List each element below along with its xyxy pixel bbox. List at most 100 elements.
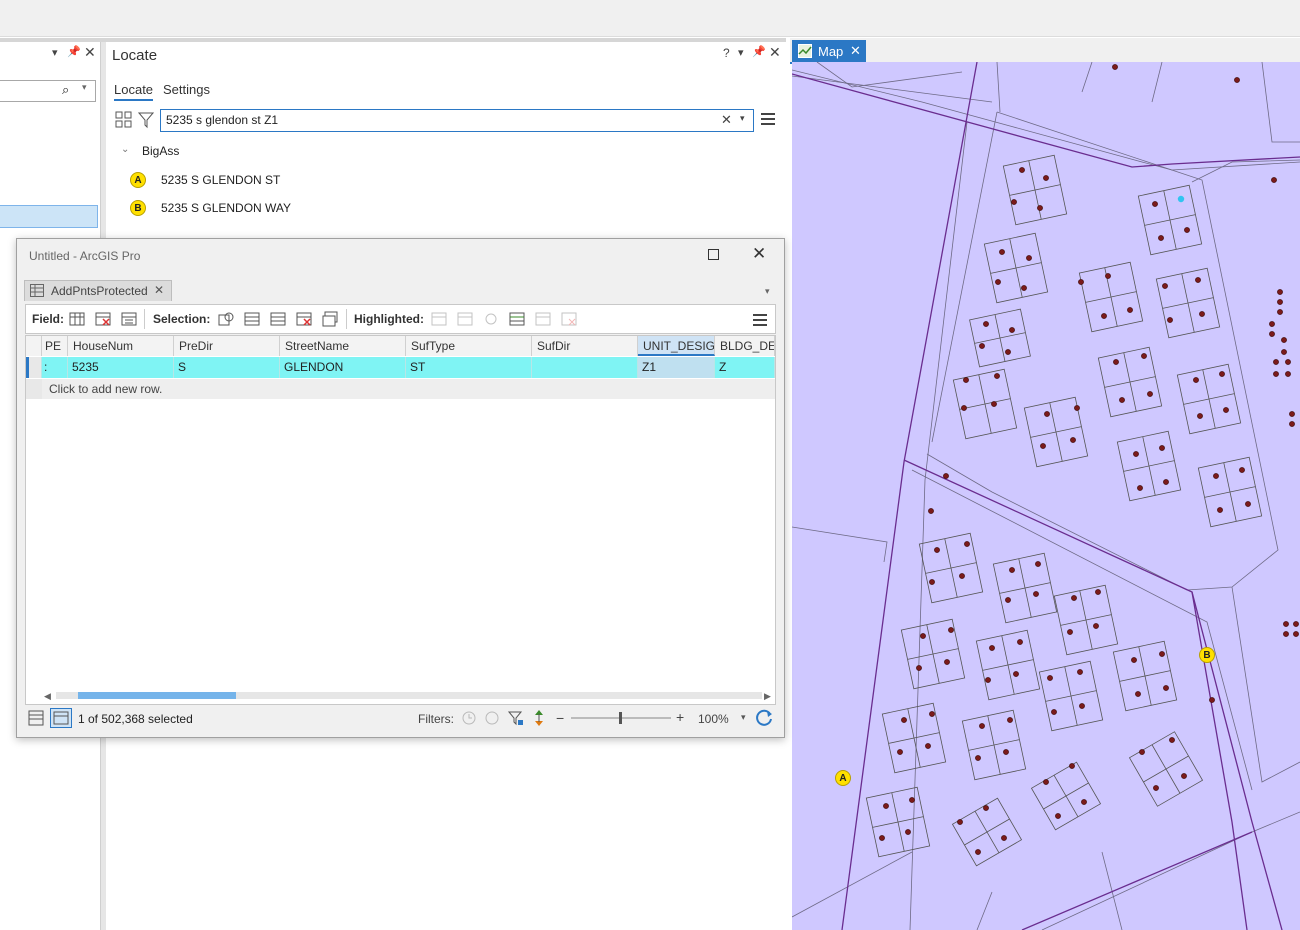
address-point[interactable]: [1078, 279, 1084, 285]
address-point[interactable]: [934, 547, 940, 553]
table-cell[interactable]: :: [42, 357, 68, 378]
copy-selection-icon[interactable]: [322, 311, 338, 327]
scrollbar-thumb[interactable]: [78, 692, 236, 699]
clear-selection-icon[interactable]: [296, 311, 312, 327]
close-icon[interactable]: ✕: [850, 43, 861, 59]
column-header[interactable]: PreDir: [174, 336, 280, 356]
add-field-icon[interactable]: [69, 311, 85, 327]
table-cell[interactable]: 5235: [68, 357, 174, 378]
zoom-out-button[interactable]: −: [556, 710, 564, 726]
horizontal-scrollbar[interactable]: [56, 692, 762, 699]
selected-layer-item[interactable]: [0, 205, 98, 228]
address-point[interactable]: [928, 508, 934, 514]
scroll-right-icon[interactable]: ▶: [764, 691, 771, 702]
grid-view-icon[interactable]: [115, 111, 133, 129]
address-point[interactable]: [1043, 779, 1049, 785]
address-point[interactable]: [1101, 313, 1107, 319]
address-point[interactable]: [1163, 685, 1169, 691]
column-header[interactable]: UNIT_DESIG: [638, 336, 715, 356]
table-cell[interactable]: Z: [715, 357, 775, 378]
address-point[interactable]: [983, 321, 989, 327]
highlight-zoom-icon[interactable]: [431, 311, 447, 327]
address-point[interactable]: [1197, 413, 1203, 419]
column-header[interactable]: PE: [42, 336, 68, 356]
address-point[interactable]: [944, 659, 950, 665]
chevron-down-icon[interactable]: ▾: [740, 113, 745, 124]
calculate-field-icon[interactable]: [121, 311, 137, 327]
address-point[interactable]: [1055, 813, 1061, 819]
locate-search-field[interactable]: [166, 113, 706, 127]
address-point[interactable]: [1026, 255, 1032, 261]
chevron-down-icon[interactable]: ▾: [765, 286, 770, 297]
address-point[interactable]: [1093, 623, 1099, 629]
address-point[interactable]: [1195, 277, 1201, 283]
address-point[interactable]: [1043, 175, 1049, 181]
address-point[interactable]: [1079, 703, 1085, 709]
address-point[interactable]: [1040, 443, 1046, 449]
pane-options-icon[interactable]: ▾: [52, 46, 58, 59]
address-point[interactable]: [1193, 377, 1199, 383]
menu-icon[interactable]: [761, 112, 775, 126]
address-point[interactable]: [1283, 621, 1289, 627]
address-point[interactable]: [1289, 411, 1295, 417]
address-point[interactable]: [995, 279, 1001, 285]
address-point[interactable]: [1293, 621, 1299, 627]
delete-field-icon[interactable]: [95, 311, 111, 327]
address-point[interactable]: [964, 541, 970, 547]
address-point[interactable]: [1269, 321, 1275, 327]
address-point[interactable]: [1001, 835, 1007, 841]
tab-table[interactable]: AddPntsProtected ✕: [24, 280, 172, 301]
address-point[interactable]: [1184, 227, 1190, 233]
chevron-down-icon[interactable]: ▾: [741, 712, 746, 723]
menu-icon[interactable]: [753, 313, 767, 327]
tab-map[interactable]: Map ✕: [792, 40, 866, 62]
address-point[interactable]: [1181, 773, 1187, 779]
address-point[interactable]: [1277, 299, 1283, 305]
address-point[interactable]: [929, 711, 935, 717]
address-point[interactable]: [1133, 451, 1139, 457]
address-point[interactable]: [1127, 307, 1133, 313]
address-point[interactable]: [925, 743, 931, 749]
column-header[interactable]: SufDir: [532, 336, 638, 356]
address-point[interactable]: [901, 717, 907, 723]
select-by-attributes-icon[interactable]: [218, 311, 234, 327]
collapse-chevron-icon[interactable]: ⌄: [121, 144, 129, 155]
time-filter-icon[interactable]: [461, 710, 477, 726]
address-point[interactable]: [1245, 501, 1251, 507]
address-point[interactable]: [1153, 785, 1159, 791]
map-view[interactable]: B A: [792, 62, 1300, 930]
address-point[interactable]: [1051, 709, 1057, 715]
locate-search-input[interactable]: ✕ ▾: [160, 109, 754, 132]
address-point[interactable]: [1074, 405, 1080, 411]
address-point[interactable]: [920, 633, 926, 639]
address-point[interactable]: [1069, 763, 1075, 769]
table-cell[interactable]: [532, 357, 638, 378]
column-header[interactable]: BLDG_DES: [715, 336, 775, 356]
close-icon[interactable]: ✕: [154, 283, 164, 297]
address-point[interactable]: [1033, 591, 1039, 597]
address-point[interactable]: [1281, 337, 1287, 343]
address-point[interactable]: [1019, 167, 1025, 173]
row-header-corner[interactable]: [26, 336, 42, 356]
sort-icon[interactable]: [533, 709, 545, 727]
attribute-grid[interactable]: PE HouseNum PreDir StreetName SufType Su…: [25, 335, 776, 705]
address-point[interactable]: [1017, 639, 1023, 645]
address-point[interactable]: [948, 627, 954, 633]
address-point[interactable]: [1070, 437, 1076, 443]
address-point[interactable]: [994, 373, 1000, 379]
range-filter-icon[interactable]: [484, 710, 500, 726]
column-header[interactable]: StreetName: [280, 336, 406, 356]
result-item-b[interactable]: 5235 S GLENDON WAY: [161, 201, 291, 215]
address-point[interactable]: [1095, 589, 1101, 595]
add-row-text[interactable]: Click to add new row.: [42, 379, 775, 399]
address-point[interactable]: [1163, 479, 1169, 485]
address-point[interactable]: [1217, 507, 1223, 513]
address-point[interactable]: [1105, 273, 1111, 279]
row-selector[interactable]: [26, 357, 42, 378]
table-cell[interactable]: ST: [406, 357, 532, 378]
address-point[interactable]: [1239, 467, 1245, 473]
address-point[interactable]: [1119, 397, 1125, 403]
maximize-icon[interactable]: [708, 249, 720, 261]
tab-locate[interactable]: Locate: [114, 82, 154, 101]
address-point[interactable]: [1077, 669, 1083, 675]
